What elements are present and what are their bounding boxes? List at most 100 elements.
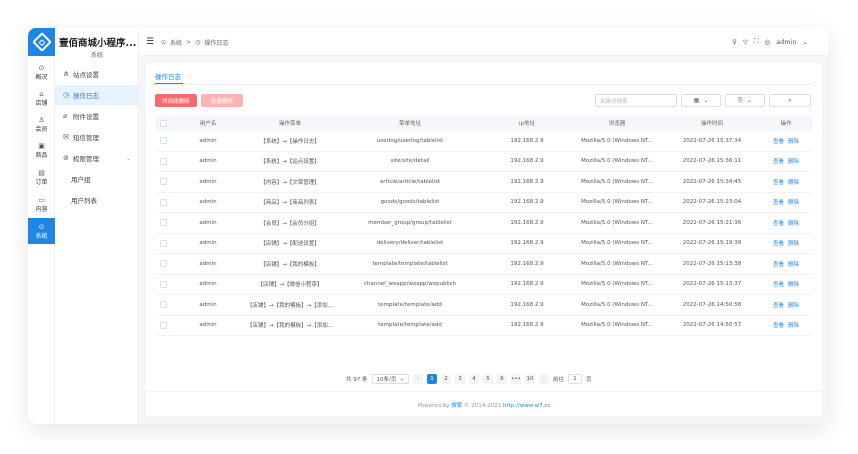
select-all-checkbox[interactable]	[159, 119, 167, 127]
rail-item-1[interactable]: ⌂ 店铺	[28, 85, 55, 111]
table-cell: delivery/deliver/tablelist	[376, 240, 444, 247]
page-button[interactable]: 10	[524, 374, 535, 384]
table-cell: Mozilla/5.0 (Windows NT...	[581, 260, 653, 267]
footer-brand[interactable]: 微擎	[451, 403, 462, 409]
rail-item-5[interactable]: ▭ 内容	[28, 191, 55, 217]
view-link[interactable]: 查看	[773, 221, 784, 227]
notification-icon[interactable]: ⚲	[732, 38, 737, 46]
row-checkbox[interactable]	[159, 137, 167, 145]
delete-link[interactable]: 删除	[788, 282, 799, 288]
submenu-item-3[interactable]: ✉ 短信管理	[55, 127, 139, 147]
rail-item-2[interactable]: ♙ 会员	[28, 111, 55, 137]
delete-link[interactable]: 删除	[788, 221, 799, 227]
shop-icon: ⌂	[39, 89, 44, 98]
next-page-button[interactable]: ›	[538, 374, 549, 384]
table-cell: site/site/detail	[390, 158, 430, 165]
menu-toggle-icon[interactable]: ☰	[146, 37, 154, 47]
breadcrumb-root[interactable]: 系统	[170, 38, 182, 47]
view-link[interactable]: 查看	[773, 200, 784, 206]
submenu-child-1[interactable]: 用户列表	[55, 190, 139, 210]
page-button[interactable]: 5	[482, 374, 493, 384]
table-cell: 192.168.2.9	[510, 178, 544, 185]
submenu-item-1[interactable]: ◷ 操作日志	[55, 85, 139, 105]
rail-item-0[interactable]: ⊙ 概况	[28, 59, 55, 85]
submenu-item-2[interactable]: ⌀ 附件设置	[55, 106, 139, 126]
delete-link[interactable]: 删除	[788, 139, 799, 145]
page-unit: 页	[585, 377, 592, 383]
page-button[interactable]: 6	[496, 374, 507, 384]
row-checkbox[interactable]	[159, 301, 167, 309]
submenu-item-0[interactable]: ⋔ 站点设置	[55, 64, 139, 84]
page-button[interactable]: 4	[468, 374, 479, 384]
breadcrumb-current-icon: ◷	[195, 39, 201, 46]
row-actions: 查看 删除	[759, 280, 813, 288]
delete-link[interactable]: 删除	[788, 159, 799, 165]
pagination: 共 97 条 10条/页 ⌄ ‹ 1 2 3 4 5 6 ••• 10 › 前往 1 页	[346, 374, 592, 384]
view-link[interactable]: 查看	[773, 323, 784, 329]
breadcrumb-current: 操作日志	[204, 40, 229, 47]
table-cell: 192.168.2.9	[510, 240, 544, 247]
table-cell: Mozilla/5.0 (Windows NT...	[581, 301, 653, 308]
page-button[interactable]: 2	[440, 374, 451, 384]
breadcrumb-root-icon: ⊙	[161, 39, 167, 46]
export-dropdown[interactable]: ⎘ ⌄	[725, 94, 765, 107]
page-button[interactable]: •••	[510, 374, 521, 384]
rail-item-4[interactable]: ▤ 订单	[28, 164, 55, 190]
row-checkbox[interactable]	[159, 260, 167, 268]
view-link[interactable]: 查看	[773, 303, 784, 309]
batch-delete-button[interactable]: 批量删除	[201, 94, 243, 107]
submenu-item-label: 附件设置	[73, 113, 99, 121]
chevron-down-icon[interactable]: ⌄	[803, 38, 808, 46]
delete-link[interactable]: 删除	[788, 180, 799, 186]
time-range-delete-button[interactable]: 时间段删除	[155, 94, 197, 107]
keyword-search-input[interactable]: 关键词搜索	[595, 94, 677, 107]
search-button[interactable]: ⌕	[769, 94, 811, 107]
order-icon: ▤	[38, 168, 45, 177]
page-button[interactable]: 1	[426, 374, 437, 384]
row-actions: 查看 删除	[759, 321, 813, 329]
user-avatar-icon[interactable]: ◎	[765, 38, 771, 46]
box-icon: ▣	[38, 141, 45, 150]
submenu-item-4[interactable]: ⊚ 权限管理 ⌄	[55, 148, 139, 168]
select-all-cell	[155, 119, 171, 127]
prev-page-button[interactable]: ‹	[412, 374, 423, 384]
row-checkbox[interactable]	[159, 157, 167, 165]
chevron-down-icon: ⌄	[399, 376, 404, 382]
view-link[interactable]: 查看	[773, 262, 784, 268]
row-checkbox[interactable]	[159, 219, 167, 227]
theme-icon[interactable]: ▽	[743, 38, 748, 46]
view-link[interactable]: 查看	[773, 180, 784, 186]
goto-page-input[interactable]: 1	[567, 374, 582, 384]
row-checkbox[interactable]	[159, 178, 167, 186]
view-link[interactable]: 查看	[773, 159, 784, 165]
table-cell: Mozilla/5.0 (Windows NT...	[581, 178, 653, 185]
delete-link[interactable]: 删除	[788, 262, 799, 268]
rail-item-3[interactable]: ▣ 商品	[28, 137, 55, 163]
table-header: 用户名 操作菜单 菜单地址 ip地址 浏览器 操作时间 操作	[155, 115, 813, 131]
row-checkbox[interactable]	[159, 239, 167, 247]
column-toggle-dropdown[interactable]: ▦ ⌄	[681, 94, 721, 107]
row-checkbox[interactable]	[159, 321, 167, 329]
table-cell: Mozilla/5.0 (Windows NT...	[581, 281, 653, 288]
view-link[interactable]: 查看	[773, 139, 784, 145]
row-checkbox[interactable]	[159, 198, 167, 206]
user-name[interactable]: admin	[776, 38, 796, 46]
view-link[interactable]: 查看	[773, 282, 784, 288]
delete-link[interactable]: 删除	[788, 200, 799, 206]
page-size-select[interactable]: 10条/页 ⌄	[371, 374, 409, 384]
page-button[interactable]: 3	[454, 374, 465, 384]
delete-link[interactable]: 删除	[788, 241, 799, 247]
column-header: 操作菜单	[278, 121, 301, 127]
row-actions: 查看 删除	[759, 137, 813, 145]
fullscreen-icon[interactable]: ⛶	[754, 37, 759, 46]
view-link[interactable]: 查看	[773, 241, 784, 247]
delete-link[interactable]: 删除	[788, 303, 799, 309]
sitemap-icon: ⋔	[63, 70, 69, 78]
row-checkbox[interactable]	[159, 280, 167, 288]
tab-operation-log[interactable]: 操作日志	[155, 71, 181, 81]
rail-item-6[interactable]: ⊙ 系统	[28, 218, 55, 244]
delete-link[interactable]: 删除	[788, 323, 799, 329]
submenu-child-0[interactable]: 用户组	[55, 169, 139, 189]
table-cell: admin	[199, 240, 217, 247]
footer-link[interactable]: http://www.w7.cc	[503, 403, 550, 409]
